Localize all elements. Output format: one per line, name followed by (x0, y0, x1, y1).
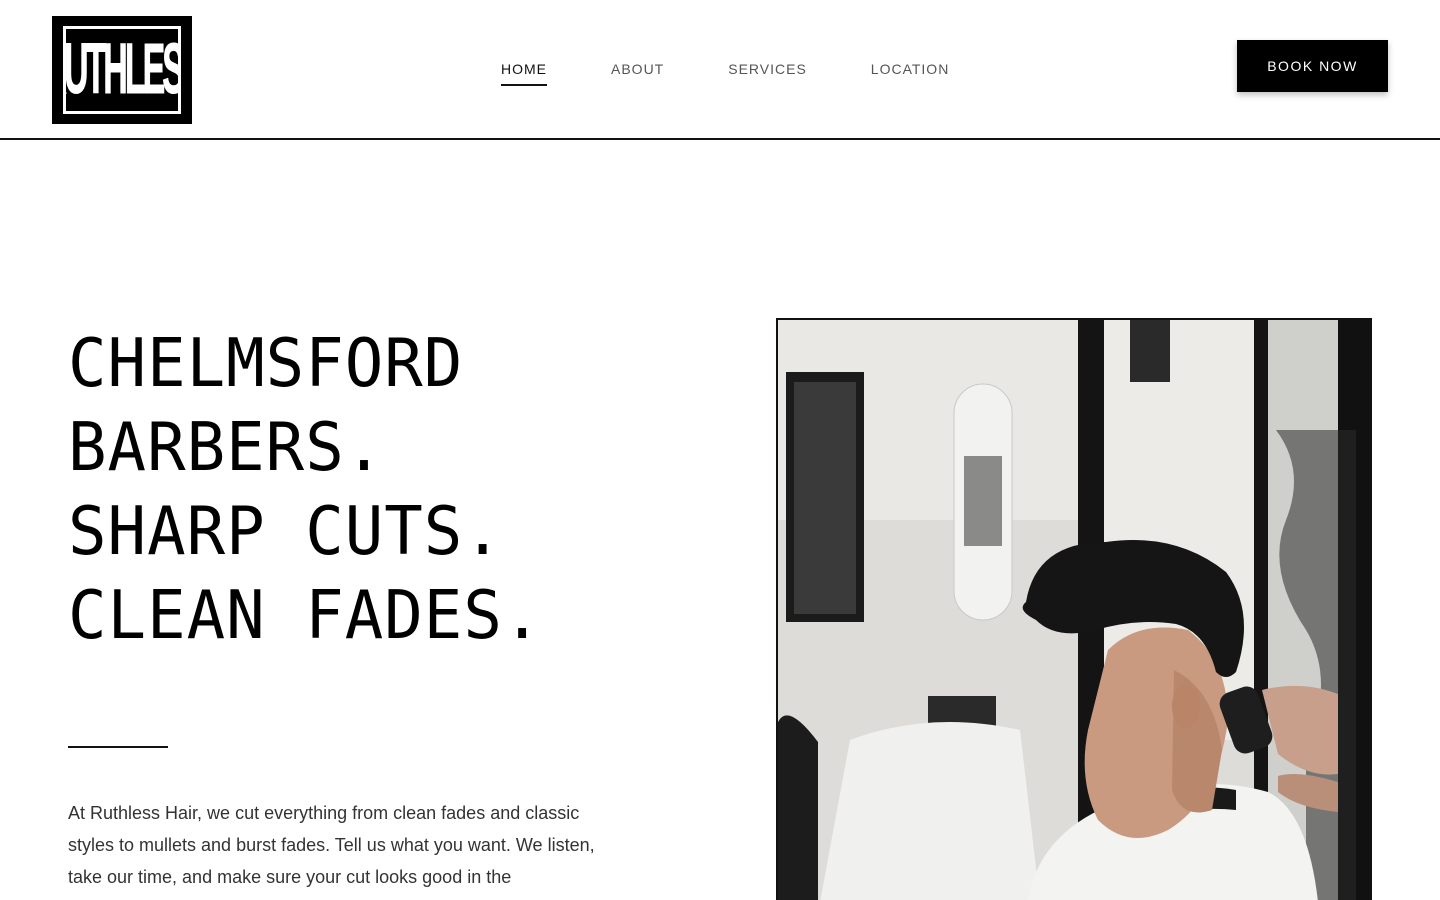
nav-services-link[interactable]: SERVICES (728, 61, 807, 86)
hero-intro-text: At Ruthless Hair, we cut everything from… (68, 803, 595, 887)
hero-title-line: CHELMSFORD (68, 325, 464, 403)
nav-location-link[interactable]: LOCATION (871, 61, 950, 86)
site-header: RUTHLESS HOME ABOUT SERVICES LOCATION BO… (0, 0, 1440, 140)
barber-photo (776, 318, 1372, 900)
book-now-button[interactable]: BOOK NOW (1237, 40, 1388, 92)
logo-wordmark: RUTHLESS (63, 30, 181, 110)
nav-about-link[interactable]: ABOUT (611, 61, 664, 86)
barber-photo-illustration (778, 320, 1370, 900)
ruthless-logo[interactable]: RUTHLESS (52, 16, 192, 124)
logo-frame: RUTHLESS (63, 26, 181, 114)
hero-title-line: SHARP CUTS. (68, 493, 503, 571)
divider (68, 746, 168, 748)
hero-title-line: BARBERS. (68, 409, 385, 487)
hero-title: CHELMSFORD BARBERS. SHARP CUTS. CLEAN FA… (68, 322, 542, 658)
hero-title-line: CLEAN FADES. (68, 577, 543, 655)
main-nav: HOME ABOUT SERVICES LOCATION (501, 61, 1013, 86)
nav-home-link[interactable]: HOME (501, 61, 547, 86)
